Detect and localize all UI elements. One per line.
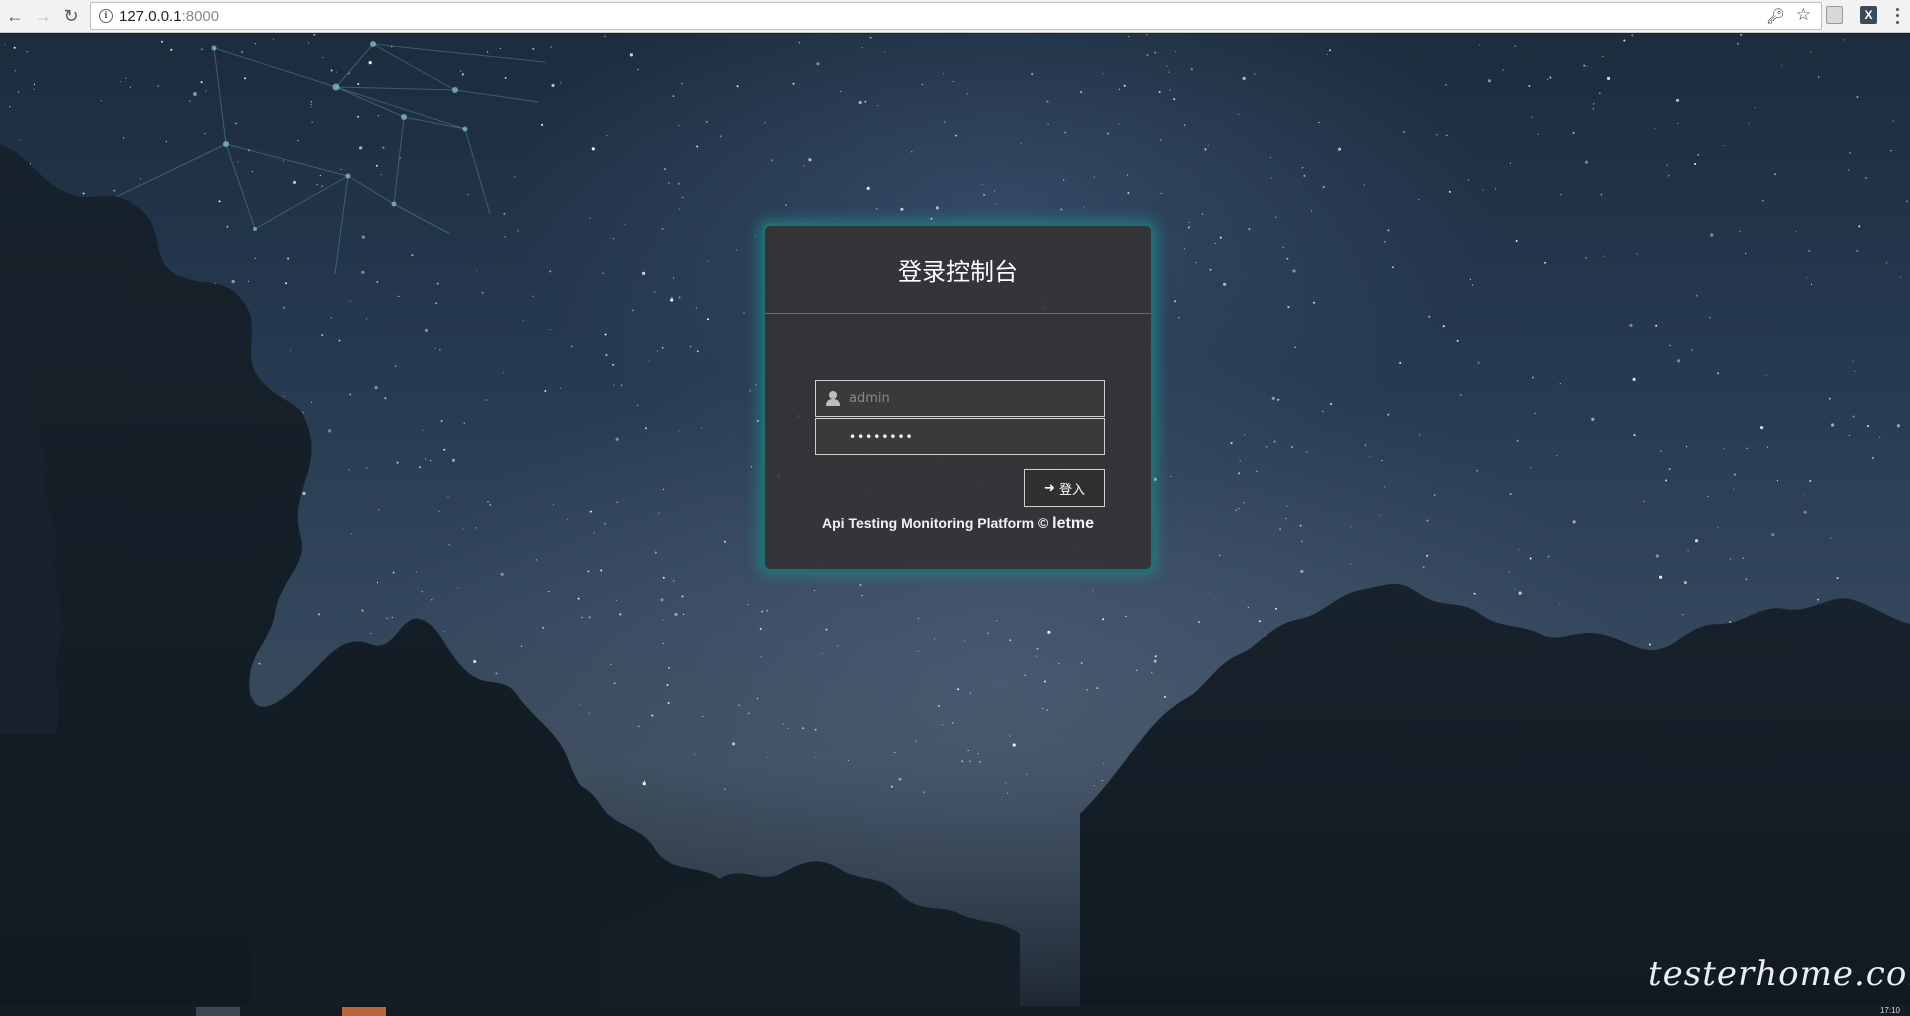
password-input[interactable] [849, 419, 1099, 454]
login-panel: 登录控制台 ➜ 登入 Api Testing Monitoring Platfo… [762, 223, 1154, 572]
forward-button[interactable]: → [31, 4, 55, 28]
key-icon[interactable]: 🔑︎ [1766, 7, 1785, 25]
panel-title: 登录控制台 [898, 258, 1018, 286]
taskbar-item[interactable] [196, 1007, 240, 1016]
arrow-left-icon: ← [6, 6, 24, 26]
url-port: :8000 [181, 8, 220, 25]
password-field[interactable] [815, 418, 1105, 455]
taskbar: 17:10 [0, 1006, 1910, 1016]
address-url[interactable]: 127.0.0.1:8000 [119, 8, 219, 25]
sign-in-icon: ➜ [1044, 480, 1055, 496]
reload-icon: ↻ [63, 6, 79, 26]
username-field[interactable] [815, 380, 1105, 417]
footer-text: Api Testing Monitoring Platform © letme [765, 515, 1151, 533]
page-viewport: 登录控制台 ➜ 登入 Api Testing Monitoring Platfo… [0, 34, 1910, 1006]
back-button[interactable]: ← [3, 4, 27, 28]
browser-menu-icon[interactable] [1892, 6, 1902, 26]
watermark: testerhome.com [1648, 954, 1910, 994]
info-icon[interactable]: i [99, 9, 113, 23]
star-icon[interactable]: ☆ [1796, 5, 1811, 25]
taskbar-clock: 17:10 [1879, 1006, 1900, 1015]
footer-copyright: Api Testing Monitoring Platform © [822, 515, 1053, 531]
login-button-label: 登入 [1058, 482, 1085, 498]
extension-x-icon[interactable]: X [1860, 6, 1877, 24]
panel-divider [765, 313, 1151, 314]
login-button[interactable]: ➜ 登入 [1024, 469, 1105, 507]
url-host: 127.0.0.1 [119, 8, 182, 25]
address-bar[interactable]: i 127.0.0.1:8000 🔑︎ ☆ [90, 2, 1822, 30]
extension-document-icon[interactable] [1826, 6, 1843, 24]
footer-brand: letme [1052, 515, 1094, 532]
username-input[interactable] [849, 381, 1099, 416]
taskbar-item[interactable] [342, 1007, 386, 1016]
reload-button[interactable]: ↻ [59, 4, 83, 28]
arrow-right-icon: → [34, 6, 52, 26]
user-icon [826, 391, 840, 406]
browser-toolbar: ← → ↻ i 127.0.0.1:8000 🔑︎ ☆ X [0, 0, 1910, 33]
